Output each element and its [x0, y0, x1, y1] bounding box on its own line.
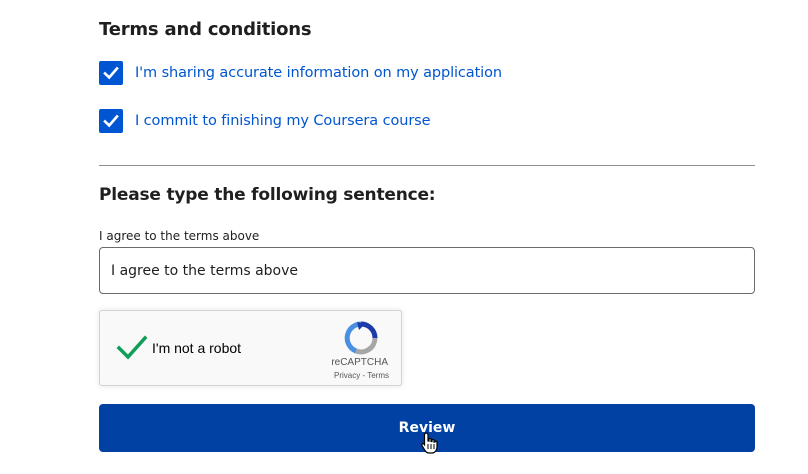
accurate-info-label[interactable]: I'm sharing accurate information on my a…	[135, 65, 502, 81]
recaptcha-label: I'm not a robot	[152, 340, 242, 356]
recaptcha-links: Privacy - Terms	[334, 371, 389, 380]
sentence-title: Please type the following sentence:	[99, 185, 436, 205]
recaptcha-privacy-link[interactable]: Privacy	[334, 371, 360, 380]
checkmark-icon	[103, 66, 119, 80]
recaptcha-link-separator: -	[362, 371, 366, 380]
section-divider	[99, 165, 755, 166]
commit-course-label[interactable]: I commit to finishing my Coursera course	[135, 113, 431, 129]
sentence-field-label: I agree to the terms above	[99, 229, 260, 243]
recaptcha-widget[interactable]: I'm not a robot reCAPTCHA Privacy - Term…	[99, 310, 402, 386]
commit-course-checkbox-row[interactable]: I commit to finishing my Coursera course	[99, 109, 431, 133]
hand-cursor-icon	[421, 432, 438, 454]
accurate-info-checkbox[interactable]	[99, 61, 123, 85]
recaptcha-brand: reCAPTCHA	[331, 357, 388, 368]
recaptcha-terms-link[interactable]: Terms	[367, 371, 389, 380]
commit-course-checkbox[interactable]	[99, 109, 123, 133]
accurate-info-checkbox-row[interactable]: I'm sharing accurate information on my a…	[99, 61, 502, 85]
sentence-input[interactable]	[99, 247, 755, 294]
recaptcha-logo-icon	[344, 321, 378, 355]
recaptcha-checkmark-icon[interactable]	[116, 333, 148, 363]
terms-title: Terms and conditions	[99, 19, 312, 40]
checkmark-icon	[103, 114, 119, 128]
